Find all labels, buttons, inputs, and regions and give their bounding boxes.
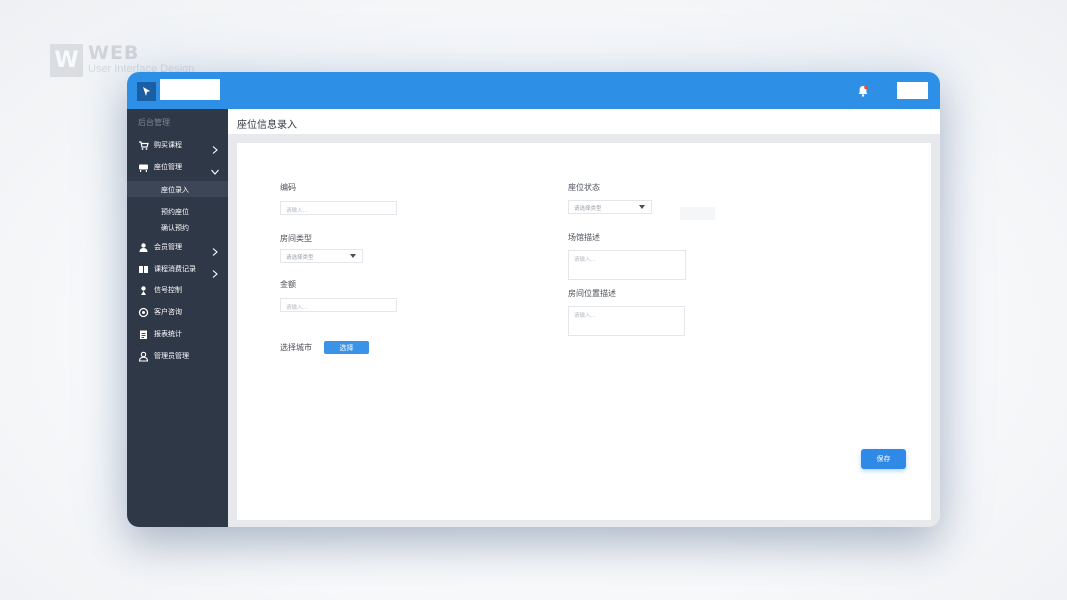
city-label: 选择城市 bbox=[280, 343, 312, 352]
signal-icon bbox=[138, 285, 149, 296]
sidebar-item-seat-management[interactable]: 座位管理 bbox=[127, 157, 228, 177]
choose-city-button[interactable]: 选择 bbox=[324, 341, 369, 354]
top-bar bbox=[127, 72, 940, 109]
seat-status-select[interactable]: 请选择类型 bbox=[568, 200, 652, 214]
user-menu[interactable] bbox=[897, 82, 928, 99]
room-location-desc-label: 房间位置描述 bbox=[568, 289, 616, 298]
logo-icon[interactable] bbox=[137, 82, 156, 101]
clipboard-icon bbox=[138, 329, 149, 340]
venue-desc-label: 场馆描述 bbox=[568, 233, 600, 242]
settings-icon bbox=[138, 307, 149, 318]
sidebar-subitem-confirm-booking[interactable]: 确认预约 bbox=[161, 223, 189, 233]
amount-label: 金额 bbox=[280, 280, 296, 289]
sidebar-item-signal-control[interactable]: 信号控制 bbox=[127, 280, 228, 300]
content-header: 座位信息录入 bbox=[228, 109, 940, 134]
sidebar-item-customer-inquiry[interactable]: 客户咨询 bbox=[127, 302, 228, 322]
sidebar-item-label: 客户咨询 bbox=[154, 308, 182, 316]
sidebar-item-label: 管理员管理 bbox=[154, 352, 189, 360]
app-logo-placeholder bbox=[160, 79, 220, 100]
ghost-placeholder bbox=[680, 207, 715, 220]
app-window: 后台管理 购买课程 座位管理 座位录入 预约座位 确认预约 会员管理 课程消费记… bbox=[127, 72, 940, 527]
seat-status-value: 请选择类型 bbox=[574, 206, 602, 212]
room-type-label: 房间类型 bbox=[280, 234, 312, 243]
sidebar-item-course-consumption[interactable]: 课程消费记录 bbox=[127, 259, 228, 279]
room-type-value: 请选择类型 bbox=[286, 255, 314, 261]
sidebar-subitem-book-seat[interactable]: 预约座位 bbox=[161, 207, 189, 217]
sidebar-item-report-statistics[interactable]: 报表统计 bbox=[127, 324, 228, 344]
code-input[interactable]: 请输入... bbox=[280, 201, 397, 215]
venue-desc-textarea[interactable]: 请输入... bbox=[568, 250, 686, 280]
user-icon bbox=[138, 242, 149, 253]
chevron-right-icon bbox=[210, 264, 220, 278]
seat-status-label: 座位状态 bbox=[568, 183, 600, 192]
sidebar-item-label: 会员管理 bbox=[154, 243, 182, 251]
sidebar-item-label: 信号控制 bbox=[154, 286, 182, 294]
sidebar-item-label: 课程消费记录 bbox=[154, 265, 196, 273]
caret-down-icon bbox=[350, 254, 356, 258]
code-label: 编码 bbox=[280, 183, 296, 192]
save-button[interactable]: 保存 bbox=[861, 449, 906, 469]
amount-input[interactable]: 请输入... bbox=[280, 298, 397, 312]
chevron-right-icon bbox=[210, 242, 220, 256]
chevron-down-icon bbox=[210, 162, 220, 175]
room-location-desc-textarea[interactable]: 请输入... bbox=[568, 306, 685, 336]
watermark-logo: W bbox=[50, 44, 83, 77]
sidebar-item-buy-course[interactable]: 购买课程 bbox=[127, 135, 228, 155]
admin-icon bbox=[138, 351, 149, 362]
sidebar-item-admin-management[interactable]: 管理员管理 bbox=[127, 346, 228, 366]
caret-down-icon bbox=[639, 205, 645, 209]
seat-icon bbox=[138, 162, 149, 173]
sidebar-item-label: 购买课程 bbox=[154, 141, 182, 149]
sidebar-item-member-management[interactable]: 会员管理 bbox=[127, 237, 228, 257]
room-type-select[interactable]: 请选择类型 bbox=[280, 249, 363, 263]
sidebar-item-label: 报表统计 bbox=[154, 330, 182, 338]
chevron-right-icon bbox=[210, 140, 220, 154]
sidebar: 后台管理 购买课程 座位管理 座位录入 预约座位 确认预约 会员管理 课程消费记… bbox=[127, 109, 228, 527]
sidebar-item-label: 座位管理 bbox=[154, 163, 182, 171]
page-title: 座位信息录入 bbox=[237, 120, 297, 131]
watermark-title: WEB bbox=[88, 42, 140, 64]
sidebar-section-title: 后台管理 bbox=[138, 118, 170, 127]
sidebar-subitem-seat-entry[interactable]: 座位录入 bbox=[161, 185, 189, 195]
bell-icon[interactable] bbox=[856, 83, 870, 97]
form-panel: 编码 请输入... 房间类型 请选择类型 金额 请输入... 选择城市 选择 座… bbox=[237, 143, 931, 520]
cart-icon bbox=[138, 140, 149, 151]
book-icon bbox=[138, 264, 149, 275]
